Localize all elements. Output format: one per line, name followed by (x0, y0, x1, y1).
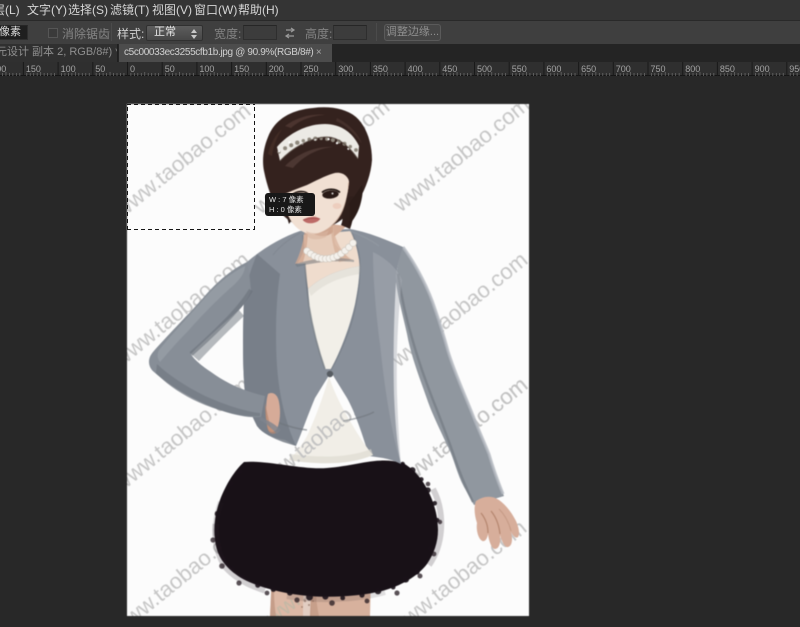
svg-text:400: 400 (408, 64, 423, 74)
svg-text:450: 450 (442, 64, 457, 74)
svg-text:700: 700 (616, 64, 631, 74)
svg-text:200: 200 (0, 64, 6, 74)
svg-text:50: 50 (95, 64, 105, 74)
svg-text:150: 150 (234, 64, 249, 74)
svg-text:650: 650 (581, 64, 596, 74)
svg-text:250: 250 (304, 64, 319, 74)
svg-text:750: 750 (651, 64, 666, 74)
svg-text:0: 0 (130, 64, 135, 74)
svg-text:100: 100 (61, 64, 76, 74)
svg-text:150: 150 (26, 64, 41, 74)
svg-text:900: 900 (755, 64, 770, 74)
svg-text:850: 850 (720, 64, 735, 74)
svg-text:600: 600 (546, 64, 561, 74)
svg-text:350: 350 (373, 64, 388, 74)
svg-text:800: 800 (685, 64, 700, 74)
svg-text:550: 550 (512, 64, 527, 74)
svg-text:50: 50 (165, 64, 175, 74)
svg-text:300: 300 (338, 64, 353, 74)
svg-text:200: 200 (269, 64, 284, 74)
svg-text:100: 100 (199, 64, 214, 74)
svg-text:950: 950 (789, 64, 800, 74)
svg-text:500: 500 (477, 64, 492, 74)
